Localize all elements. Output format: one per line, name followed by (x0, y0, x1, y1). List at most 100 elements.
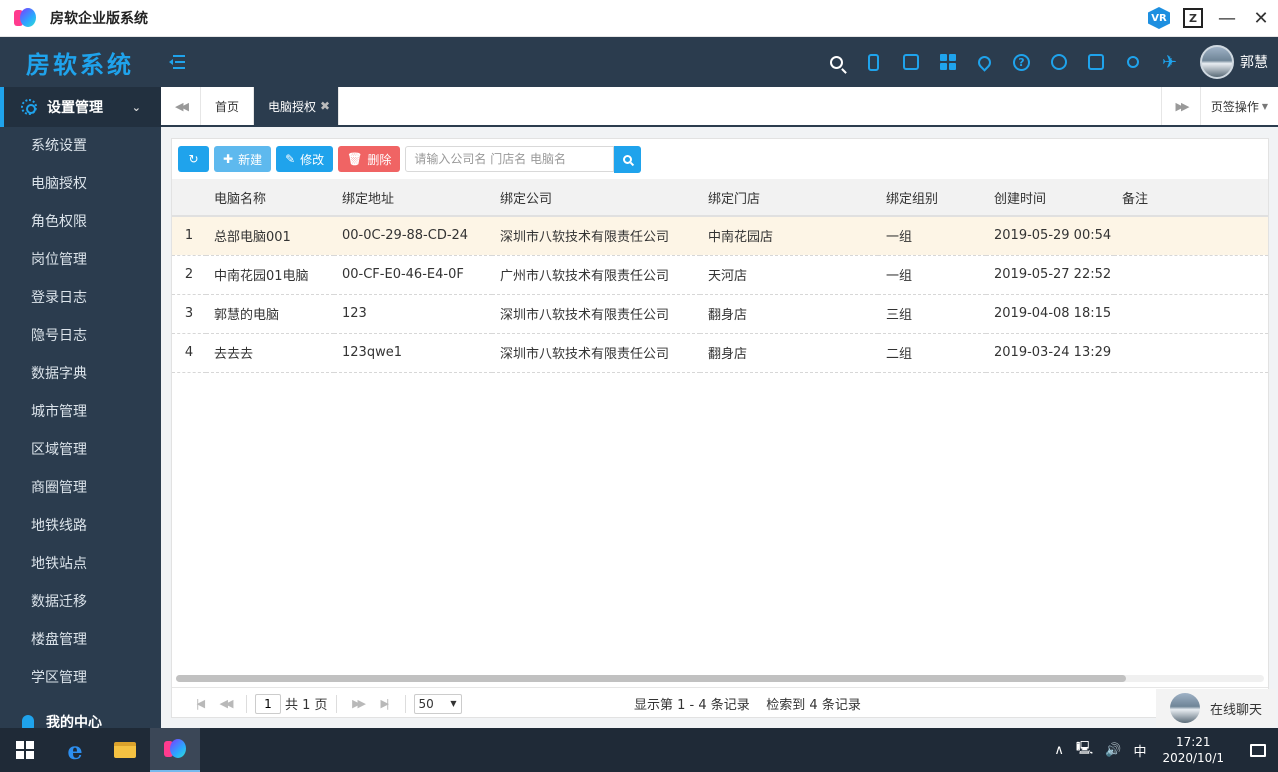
new-label: 新建 (238, 152, 263, 167)
windows-taskbar: e ∧ 🖳 🔊 中 17:21 2020/10/1 (0, 728, 1278, 772)
app-taskbar-button[interactable] (150, 728, 200, 772)
file-explorer-button[interactable] (100, 728, 150, 772)
search-input[interactable] (405, 146, 615, 172)
network-icon[interactable]: 🖳 (1076, 739, 1093, 761)
user-menu[interactable]: 郭慧 (1200, 45, 1268, 79)
column-header-created-time[interactable]: 创建时间 (986, 179, 1114, 217)
close-tab-icon[interactable]: ✖ (320, 99, 330, 113)
sidebar-group-settings[interactable]: 设置管理 ⌄ (0, 87, 161, 127)
menu-toggle-icon[interactable] (169, 54, 189, 70)
main-content: ↻ ✚ 新建 ✎ 修改 🗑 删除 电脑名称 绑定地址 绑定公司 绑定门店 绑定组别 (161, 127, 1278, 728)
cell-note (1114, 294, 1268, 334)
mobile-icon[interactable] (855, 37, 892, 87)
user-name: 郭慧 (1240, 55, 1268, 71)
upload-icon[interactable] (1040, 37, 1077, 87)
help-icon[interactable]: ? (1003, 37, 1040, 87)
tab-computer-auth[interactable]: 电脑授权 ✖ (254, 87, 340, 125)
sidebar-item-district-management[interactable]: 区域管理 (0, 431, 161, 469)
column-header-computer-name[interactable]: 电脑名称 (206, 179, 334, 217)
user-location-icon[interactable] (1114, 37, 1151, 87)
table-row[interactable]: 2 中南花园01电脑 00-CF-E0-46-E4-0F 广州市八软技术有限责任… (172, 255, 1268, 295)
search-icon[interactable] (818, 37, 855, 87)
sidebar-item-school-district[interactable]: 学区管理 (0, 659, 161, 697)
sidebar: 设置管理 ⌄ 系统设置 电脑授权 角色权限 岗位管理 登录日志 隐号日志 数据字… (0, 87, 161, 728)
avatar (1170, 693, 1200, 723)
notification-button[interactable] (1238, 728, 1278, 772)
volume-icon[interactable]: 🔊 (1105, 743, 1121, 758)
sidebar-footer-label: 我的中心 (46, 715, 102, 728)
avatar (1200, 45, 1234, 79)
next-page-icon[interactable]: ▶▶ (345, 697, 371, 710)
cell-bound-store: 天河店 (700, 255, 878, 295)
edge-browser-button[interactable]: e (50, 728, 100, 772)
sidebar-item-role-permissions[interactable]: 角色权限 (0, 203, 161, 241)
cell-bound-store: 翻身店 (700, 333, 878, 373)
table-row[interactable]: 1 总部电脑001 00-0C-29-88-CD-24 深圳市八软技术有限责任公… (172, 216, 1268, 256)
chevron-up-icon[interactable]: ∧ (1054, 743, 1064, 758)
table-row[interactable]: 3 郭慧的电脑 123 深圳市八软技术有限责任公司 翻身店 三组 2019-04… (172, 294, 1268, 334)
page-number-input[interactable] (255, 693, 281, 714)
sidebar-item-data-migration[interactable]: 数据迁移 (0, 583, 161, 621)
column-header-bound-address[interactable]: 绑定地址 (334, 179, 492, 217)
horizontal-scrollbar[interactable] (176, 675, 1264, 682)
sidebar-item-hidden-number-log[interactable]: 隐号日志 (0, 317, 161, 355)
sidebar-item-metro-lines[interactable]: 地铁线路 (0, 507, 161, 545)
clock-time: 17:21 (1175, 735, 1211, 749)
edit-window-button[interactable]: Z (1176, 0, 1210, 37)
tab-operations-dropdown[interactable]: 页签操作 ▼ (1201, 87, 1278, 125)
cell-bound-company: 广州市八软技术有限责任公司 (492, 255, 700, 295)
sidebar-item-computer-auth[interactable]: 电脑授权 (0, 165, 161, 203)
location-icon[interactable] (966, 37, 1003, 87)
column-header-bound-company[interactable]: 绑定公司 (492, 179, 700, 217)
gear-icon (21, 99, 37, 115)
tabs-scroll-right-button[interactable]: ▶▶ (1161, 87, 1201, 125)
sidebar-item-city-management[interactable]: 城市管理 (0, 393, 161, 431)
cell-note (1114, 255, 1268, 295)
sidebar-item-property-management[interactable]: 楼盘管理 (0, 621, 161, 659)
column-header-bound-group[interactable]: 绑定组别 (878, 179, 986, 217)
contact-card-icon[interactable] (892, 37, 929, 87)
last-page-icon[interactable]: ▶| (371, 697, 397, 710)
computer-auth-table: 电脑名称 绑定地址 绑定公司 绑定门店 绑定组别 创建时间 备注 1 总部电脑0… (172, 179, 1268, 373)
tabs-scroll-left-button[interactable]: ◀◀ (161, 87, 201, 125)
note-edit-icon[interactable] (1077, 37, 1114, 87)
page-size-select[interactable]: 50 ▼ (413, 693, 462, 714)
cell-created-time: 2019-04-08 18:15 (986, 294, 1114, 334)
table-row[interactable]: 4 去去去 123qwe1 深圳市八软技术有限责任公司 翻身店 二组 2019-… (172, 333, 1268, 373)
clock[interactable]: 17:21 2020/10/1 (1162, 734, 1224, 766)
first-page-icon[interactable]: |◀ (186, 697, 212, 710)
new-button[interactable]: ✚ 新建 (214, 146, 272, 172)
pagination-bar: |◀ ◀◀ 共 1 页 ▶▶ ▶| 50 ▼ 显示第 1 - 4 条记录 检索到 … (172, 687, 1268, 719)
sidebar-item-position-management[interactable]: 岗位管理 (0, 241, 161, 279)
cell-bound-address: 00-0C-29-88-CD-24 (334, 216, 492, 256)
tab-home[interactable]: 首页 (201, 87, 255, 125)
delete-label: 删除 (367, 152, 392, 167)
vr-button[interactable]: VR (1142, 0, 1176, 37)
sidebar-item-system-settings[interactable]: 系统设置 (0, 127, 161, 165)
search-button[interactable] (614, 145, 642, 173)
edit-button[interactable]: ✎ 修改 (276, 146, 334, 172)
edit-icon: Z (1183, 8, 1203, 28)
cell-note (1114, 216, 1268, 256)
sidebar-item-data-dictionary[interactable]: 数据字典 (0, 355, 161, 393)
chat-label: 在线聊天 (1210, 702, 1263, 718)
run-icon[interactable]: ✈ (1151, 37, 1188, 87)
prev-page-icon[interactable]: ◀◀ (212, 697, 238, 710)
sidebar-item-metro-stations[interactable]: 地铁站点 (0, 545, 161, 583)
sidebar-group-my-center[interactable]: 我的中心 (0, 703, 161, 728)
scrollbar-thumb[interactable] (176, 675, 1126, 682)
plus-icon: ✚ (223, 152, 234, 166)
apps-grid-icon[interactable] (929, 37, 966, 87)
column-header-bound-store[interactable]: 绑定门店 (700, 179, 878, 217)
column-header-note[interactable]: 备注 (1114, 179, 1268, 217)
start-button[interactable] (0, 728, 50, 772)
online-chat-button[interactable]: 在线聊天 (1156, 689, 1276, 727)
minimize-button[interactable]: — (1210, 0, 1244, 37)
delete-button[interactable]: 🗑 删除 (338, 146, 401, 172)
brand-title: 房软系统 (26, 50, 134, 79)
close-window-button[interactable]: ✕ (1244, 0, 1278, 37)
refresh-button[interactable]: ↻ (178, 146, 209, 172)
sidebar-item-business-area[interactable]: 商圈管理 (0, 469, 161, 507)
sidebar-item-login-log[interactable]: 登录日志 (0, 279, 161, 317)
ime-indicator[interactable]: 中 (1133, 741, 1146, 760)
